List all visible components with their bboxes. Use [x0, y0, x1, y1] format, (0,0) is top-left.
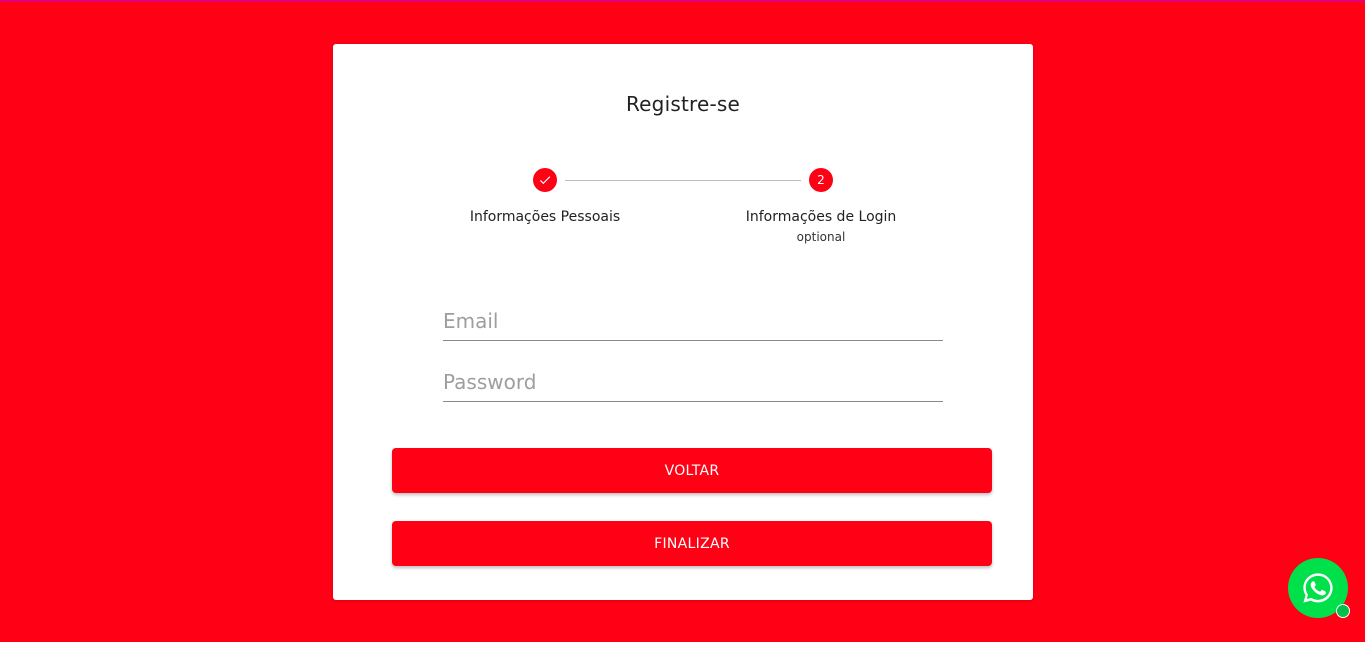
step-2-indicator[interactable]: 2 — [809, 168, 833, 192]
register-card: Registre-se 2 Informações Pessoais Infor… — [333, 44, 1033, 600]
finish-button[interactable]: FINALIZAR — [392, 521, 992, 566]
step-2-optional-label: optional — [796, 230, 846, 244]
page-title: Registre-se — [625, 92, 741, 116]
email-field[interactable] — [443, 302, 943, 341]
step-1-label[interactable]: Informações Pessoais — [445, 209, 645, 225]
stepper-connector — [565, 180, 801, 181]
online-status-dot — [1336, 604, 1350, 618]
check-icon — [539, 176, 551, 185]
back-button[interactable]: VOLTAR — [392, 448, 992, 493]
step-1-indicator[interactable] — [533, 168, 557, 192]
password-field[interactable] — [443, 363, 943, 402]
whatsapp-button[interactable] — [1288, 558, 1350, 618]
whatsapp-icon — [1303, 573, 1333, 603]
page: Registre-se 2 Informações Pessoais Infor… — [0, 0, 1365, 645]
step-2-label[interactable]: Informações de Login — [721, 209, 921, 225]
